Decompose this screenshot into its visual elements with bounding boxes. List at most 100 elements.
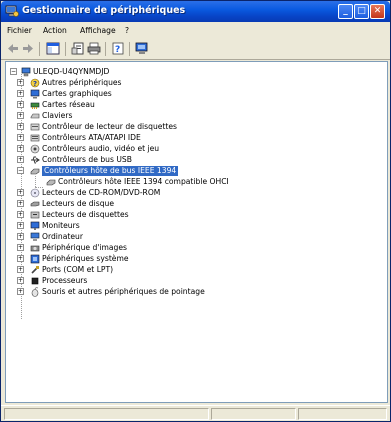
floppy-drive-icon (30, 211, 40, 219)
properties-icon[interactable] (71, 42, 85, 55)
computer-icon (30, 232, 40, 241)
show-hide-console-tree-icon[interactable] (46, 42, 60, 55)
audio-icon (30, 144, 40, 154)
mouse-icon (31, 287, 39, 297)
expand-toggle[interactable]: + (17, 200, 24, 207)
menu-help[interactable]: ? (125, 26, 129, 35)
close-button[interactable]: ✕ (370, 4, 385, 19)
window-title: Gestionnaire de périphériques (22, 5, 186, 16)
tree-item-moniteurs[interactable]: + Moniteurs (8, 221, 368, 232)
usb-icon (31, 156, 40, 164)
status-bar (1, 405, 390, 421)
cdrom-icon (30, 188, 40, 198)
system-devices-icon (30, 254, 40, 264)
status-panel (4, 408, 209, 420)
device-tree[interactable]: − ULEQD-U4QYNMDJD + ? Autres périphériqu… (5, 61, 388, 403)
tree-item-controleurs-usb[interactable]: + Contrôleurs de bus USB (8, 155, 368, 166)
tree-item-cartes-graphiques[interactable]: + Cartes graphiques (8, 89, 368, 100)
device-manager-icon (5, 5, 19, 17)
tree-item-label: Autres périphériques (42, 78, 122, 87)
tree-item-controleur-disquettes[interactable]: + Contrôleur de lecteur de disquettes (8, 122, 368, 133)
expand-toggle[interactable]: + (17, 222, 24, 229)
monitor-icon (30, 221, 40, 230)
tree-item-label: Contrôleurs hôte de bus IEEE 1394 (42, 166, 179, 176)
tree-item-label: Contrôleur de lecteur de disquettes (42, 122, 178, 131)
expand-toggle[interactable]: + (17, 277, 24, 284)
tree-item-ieee1394[interactable]: − Contrôleurs hôte de bus IEEE 1394 (8, 166, 368, 177)
tree-item-label: Contrôleurs ATA/ATAPI IDE (42, 133, 141, 142)
tree-item-souris[interactable]: + Souris et autres périphériques de poin… (8, 287, 368, 298)
tree-item-label: Cartes graphiques (42, 89, 112, 98)
expand-toggle[interactable]: + (17, 156, 24, 163)
keyboard-icon (30, 113, 40, 119)
expand-toggle[interactable]: + (17, 233, 24, 240)
collapse-toggle[interactable]: − (17, 167, 24, 174)
tree-item-label: Lecteurs de CD-ROM/DVD-ROM (42, 188, 161, 197)
expand-toggle[interactable]: + (17, 255, 24, 262)
ieee1394-icon (30, 168, 40, 175)
help-icon[interactable]: ? (111, 42, 125, 55)
scan-hardware-icon[interactable] (135, 42, 149, 55)
tree-item-controleurs-ata[interactable]: + Contrôleurs ATA/ATAPI IDE (8, 133, 368, 144)
maximize-button[interactable]: □ (354, 4, 369, 19)
processor-icon (31, 277, 39, 285)
menu-affichage[interactable]: Affichage (80, 26, 116, 35)
toolbar-separator (105, 42, 106, 56)
expand-toggle[interactable]: + (17, 112, 24, 119)
imaging-device-icon (30, 245, 40, 252)
expand-toggle[interactable]: + (17, 134, 24, 141)
tree-item-label: Périphérique d'images (42, 243, 127, 252)
tree-item-ports[interactable]: + Ports (COM et LPT) (8, 265, 368, 276)
expand-toggle[interactable]: + (17, 211, 24, 218)
tree-item-label: Processeurs (42, 276, 88, 285)
tree-item-cdrom[interactable]: + Lecteurs de CD-ROM/DVD-ROM (8, 188, 368, 199)
tree-root[interactable]: − ULEQD-U4QYNMDJD (8, 67, 368, 78)
tree-item-claviers[interactable]: + Claviers (8, 111, 368, 122)
tree-item-lecteurs-disque[interactable]: + Lecteurs de disque (8, 199, 368, 210)
tree-item-controleurs-audio[interactable]: + Contrôleurs audio, vidéo et jeu (8, 144, 368, 155)
tree-item-label: Lecteurs de disque (42, 199, 114, 208)
menu-action[interactable]: Action (43, 26, 67, 35)
tree-item-label: Périphériques système (42, 254, 129, 263)
expand-toggle[interactable]: + (17, 189, 24, 196)
toolbar: ? (1, 39, 390, 60)
menu-bar: Fichier Action Affichage ? (1, 22, 390, 40)
svg-text:?: ? (115, 45, 120, 55)
tree-item-cartes-reseau[interactable]: + Cartes réseau (8, 100, 368, 111)
forward-arrow-icon[interactable] (21, 42, 35, 55)
expand-toggle[interactable]: + (17, 288, 24, 295)
expand-toggle[interactable]: + (17, 101, 24, 108)
toolbar-separator (129, 42, 130, 56)
status-panel (211, 408, 296, 420)
title-bar[interactable]: Gestionnaire de périphériques _ □ ✕ (1, 1, 390, 22)
back-arrow-icon[interactable] (6, 42, 20, 55)
tree-item-ordinateur[interactable]: + Ordinateur (8, 232, 368, 243)
tree-root-label: ULEQD-U4QYNMDJD (33, 67, 110, 76)
tree-item-ieee1394-ohci[interactable]: Contrôleurs hôte IEEE 1394 compatible OH… (8, 177, 368, 188)
collapse-toggle[interactable]: − (10, 68, 17, 75)
tree-item-processeurs[interactable]: + Processeurs (8, 276, 368, 287)
ide-controller-icon (30, 134, 40, 142)
tree-item-autres-peripheriques[interactable]: + ? Autres périphériques (8, 78, 368, 89)
tree-item-label: Contrôleurs audio, vidéo et jeu (42, 144, 160, 153)
unknown-device-icon: ? (30, 78, 40, 88)
expand-toggle[interactable]: + (17, 123, 24, 130)
expand-toggle[interactable]: + (17, 90, 24, 97)
expand-toggle[interactable]: + (17, 79, 24, 86)
expand-toggle[interactable]: + (17, 145, 24, 152)
print-icon[interactable] (87, 42, 101, 55)
tree-item-label: Contrôleurs hôte IEEE 1394 compatible OH… (58, 177, 229, 186)
tree-item-label: Contrôleurs de bus USB (42, 155, 132, 164)
tree-item-label: Moniteurs (42, 221, 80, 230)
minimize-button[interactable]: _ (338, 4, 353, 19)
menu-fichier[interactable]: Fichier (7, 26, 32, 35)
port-icon (31, 266, 39, 274)
expand-toggle[interactable]: + (17, 244, 24, 251)
tree-item-lecteurs-disquettes[interactable]: + Lecteurs de disquettes (8, 210, 368, 221)
device-manager-window: Gestionnaire de périphériques _ □ ✕ Fich… (0, 0, 391, 422)
tree-item-peripheriques-systeme[interactable]: + Périphériques système (8, 254, 368, 265)
disk-drive-icon (30, 201, 40, 207)
toolbar-separator (65, 42, 66, 56)
tree-item-peripherique-images[interactable]: + Périphérique d'images (8, 243, 368, 254)
expand-toggle[interactable]: + (17, 266, 24, 273)
